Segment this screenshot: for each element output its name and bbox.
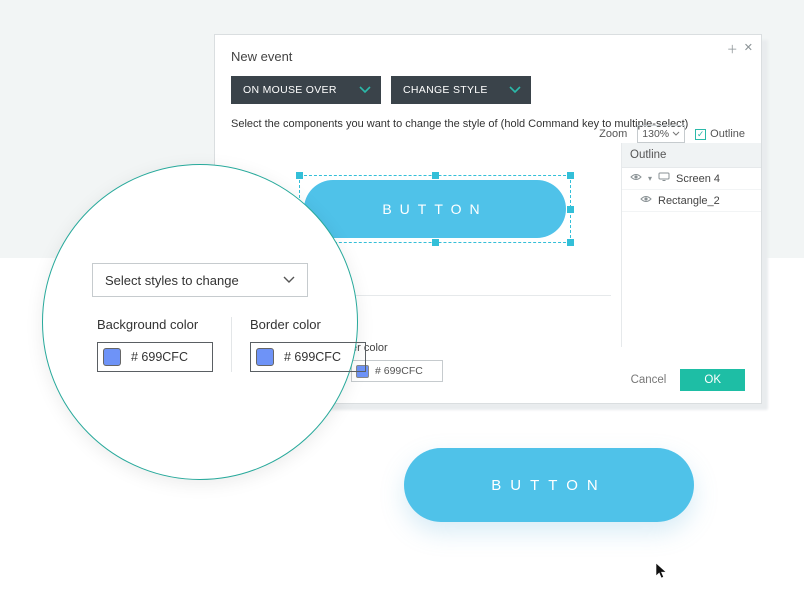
resize-handle[interactable] — [567, 206, 574, 213]
border-color-label: Border color — [250, 317, 366, 332]
color-square-icon — [256, 348, 274, 366]
outline-panel: Outline ▾ Screen 4 Rectangle_2 — [621, 143, 761, 347]
ok-button[interactable]: OK — [680, 369, 745, 391]
visibility-icon[interactable] — [630, 172, 642, 185]
expand-triangle-icon[interactable]: ▾ — [648, 174, 652, 183]
visibility-icon[interactable] — [640, 194, 652, 207]
color-square-icon — [103, 348, 121, 366]
screen-icon — [658, 172, 670, 185]
preview-button-label: BUTTON — [491, 477, 606, 494]
styles-dropdown-label: Select styles to change — [105, 273, 239, 288]
action-dropdown[interactable]: CHANGE STYLE — [391, 76, 531, 104]
zoom-value-dropdown[interactable]: 130% — [637, 125, 685, 143]
action-dropdown-label: CHANGE STYLE — [403, 84, 488, 96]
background-color-swatch[interactable]: # 699CFC — [97, 342, 213, 372]
layer-row[interactable]: ▾ Screen 4 — [622, 168, 761, 190]
border-color-value: # 699CFC — [375, 365, 423, 377]
layer-row[interactable]: Rectangle_2 — [622, 190, 761, 212]
outline-panel-header: Outline — [622, 143, 761, 168]
background-color-label: Background color — [97, 317, 213, 332]
layer-name: Screen 4 — [676, 173, 720, 185]
zoom-label: Zoom — [599, 128, 627, 140]
trigger-dropdown-label: ON MOUSE OVER — [243, 84, 337, 96]
preview-button[interactable]: BUTTON — [404, 448, 694, 522]
styles-to-change-dropdown[interactable]: Select styles to change — [92, 263, 308, 297]
resize-handle[interactable] — [432, 239, 439, 246]
chevron-down-icon — [509, 85, 521, 98]
outline-toggle-label: Outline — [710, 128, 745, 140]
zoom-value-text: 130% — [642, 126, 669, 142]
resize-handle[interactable] — [567, 172, 574, 179]
dialog-title: New event — [231, 49, 745, 64]
trigger-dropdown[interactable]: ON MOUSE OVER — [231, 76, 381, 104]
background-color-value: # 699CFC — [131, 350, 188, 364]
zoom-lens: Select styles to change Background color… — [42, 164, 358, 480]
border-color-value: # 699CFC — [284, 350, 341, 364]
resize-handle[interactable] — [567, 239, 574, 246]
resize-handle[interactable] — [432, 172, 439, 179]
cancel-button[interactable]: Cancel — [631, 374, 667, 386]
canvas-button[interactable]: BUTTON — [304, 180, 566, 238]
chevron-down-icon — [359, 85, 371, 98]
layer-name: Rectangle_2 — [658, 195, 720, 207]
outline-toggle[interactable]: ✓ Outline — [695, 128, 745, 140]
checkbox-checked-icon: ✓ — [695, 129, 706, 140]
border-color-swatch[interactable]: # 699CFC — [250, 342, 366, 372]
resize-handle[interactable] — [296, 172, 303, 179]
expand-icon[interactable]: ＋ — [727, 41, 738, 57]
cursor-icon — [655, 562, 669, 585]
chevron-down-icon — [283, 275, 295, 285]
selection-box[interactable]: BUTTON — [299, 175, 571, 243]
canvas-button-label: BUTTON — [382, 201, 487, 217]
close-icon[interactable]: ✕ — [744, 41, 753, 57]
